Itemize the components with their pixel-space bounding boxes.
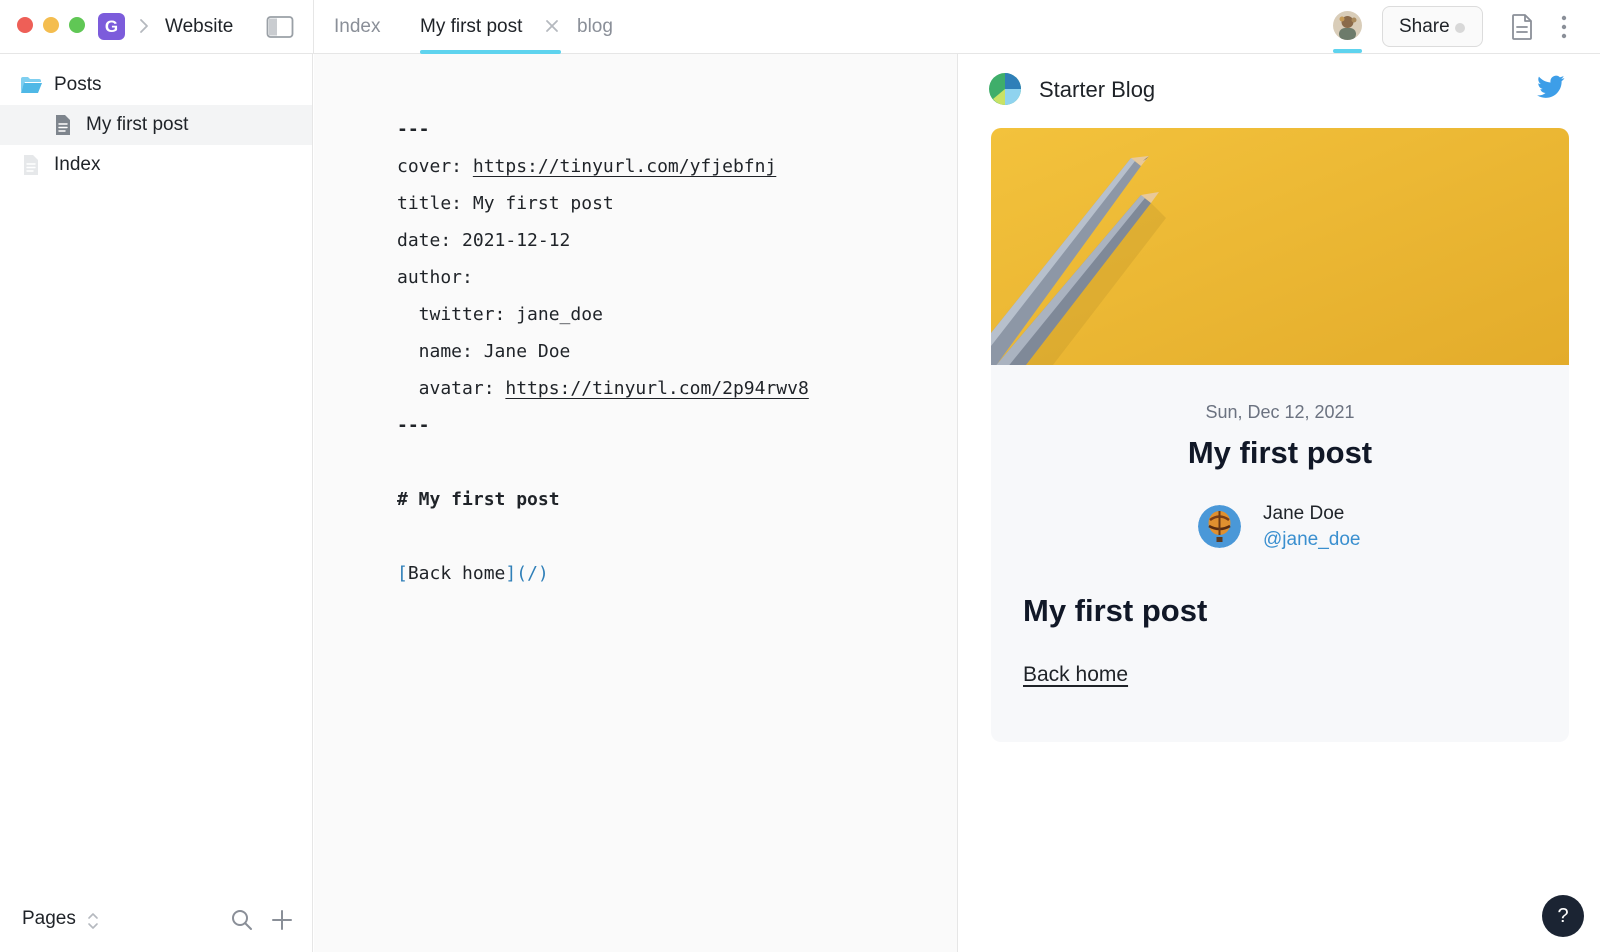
chevron-up-down-icon[interactable] xyxy=(86,910,100,932)
code-line: --- xyxy=(397,119,430,140)
sidebar-item-label: My first post xyxy=(86,114,189,135)
code-line: title: My first post xyxy=(397,193,614,214)
cover-url-link[interactable]: https://tinyurl.com/yfjebfnj xyxy=(473,156,776,177)
more-vertical-icon[interactable] xyxy=(1559,14,1569,40)
workspace-name[interactable]: Website xyxy=(165,15,233,39)
tab-index[interactable]: Index xyxy=(334,0,380,54)
close-icon[interactable] xyxy=(543,17,561,35)
plus-icon[interactable] xyxy=(270,908,294,932)
user-avatar[interactable] xyxy=(1333,11,1362,40)
sidebar-item-label: Posts xyxy=(54,74,102,95)
author-name: Jane Doe xyxy=(1263,503,1345,524)
code-line: [Back home](/) xyxy=(397,555,809,592)
sidebar: Posts My first post Index Pages xyxy=(0,54,313,952)
code-line: twitter: jane_doe xyxy=(397,304,603,325)
close-window-button[interactable] xyxy=(17,17,33,33)
sidebar-footer: Pages xyxy=(0,892,312,952)
post-card: Sun, Dec 12, 2021 My first post Jane Doe… xyxy=(991,128,1569,742)
tab-label: blog xyxy=(577,16,613,37)
author-twitter-link[interactable]: @jane_doe xyxy=(1263,528,1360,552)
workspace-badge[interactable]: G xyxy=(98,13,125,40)
blog-preview: Starter Blog Sun, Dec 12, 2021 My first … xyxy=(959,54,1600,952)
site-title[interactable]: Starter Blog xyxy=(1039,77,1155,103)
md-link-url: ](/) xyxy=(505,563,549,584)
maximize-window-button[interactable] xyxy=(69,17,85,33)
code-line: avatar: https://tinyurl.com/2p94rwv8 xyxy=(397,370,809,407)
body-heading: My first post xyxy=(1023,593,1208,628)
sidebar-item-my-first-post[interactable]: My first post xyxy=(0,105,312,145)
twitter-icon[interactable] xyxy=(1537,75,1565,99)
markdown-editor[interactable]: --- cover: https://tinyurl.com/yfjebfnj … xyxy=(314,54,958,952)
share-button[interactable]: Share xyxy=(1382,6,1483,47)
chevron-right-icon xyxy=(140,19,148,33)
author-avatar xyxy=(1198,505,1241,548)
md-link-text: Back home xyxy=(407,563,506,584)
back-home-link[interactable]: Back home xyxy=(1023,662,1128,688)
sidebar-item-posts[interactable]: Posts xyxy=(0,65,312,105)
md-bracket: [ xyxy=(397,563,408,584)
pages-selector[interactable]: Pages xyxy=(22,908,76,930)
sidebar-item-index[interactable]: Index xyxy=(0,145,312,185)
code-key: cover: xyxy=(397,156,473,177)
cover-image xyxy=(991,128,1569,365)
code-line: --- xyxy=(397,415,430,436)
tab-label: Index xyxy=(334,16,381,37)
code-content[interactable]: --- cover: https://tinyurl.com/yfjebfnj … xyxy=(397,111,809,592)
document-icon xyxy=(24,155,38,175)
post-title: My first post xyxy=(1187,435,1373,470)
tab-label: My first post xyxy=(420,16,523,37)
tab-my-first-post[interactable]: My first post xyxy=(420,0,561,54)
code-line: cover: https://tinyurl.com/yfjebfnj xyxy=(397,148,809,185)
document-icon xyxy=(56,115,70,135)
code-line: date: 2021-12-12 xyxy=(397,230,571,251)
code-key: avatar: xyxy=(397,378,506,399)
minimize-window-button[interactable] xyxy=(43,17,59,33)
share-label: Share xyxy=(1399,15,1450,37)
divider xyxy=(313,0,314,54)
blog-logo[interactable] xyxy=(989,73,1021,105)
title-bar: G Website Index My first post blog Share xyxy=(0,0,1600,54)
presence-indicator xyxy=(1333,49,1362,53)
code-line: name: Jane Doe xyxy=(397,341,571,362)
code-line: author: xyxy=(397,267,473,288)
folder-open-icon xyxy=(21,77,42,93)
document-icon[interactable] xyxy=(1510,13,1534,41)
post-date: Sun, Dec 12, 2021 xyxy=(1205,402,1355,422)
status-dot xyxy=(1455,23,1465,33)
sidebar-toggle-icon[interactable] xyxy=(266,15,294,39)
sidebar-item-label: Index xyxy=(54,154,101,175)
code-line: # My first post xyxy=(397,489,560,510)
tab-blog[interactable]: blog xyxy=(577,0,613,54)
search-icon[interactable] xyxy=(230,908,254,932)
avatar-url-link[interactable]: https://tinyurl.com/2p94rwv8 xyxy=(505,378,808,399)
help-button[interactable]: ? xyxy=(1542,895,1584,937)
